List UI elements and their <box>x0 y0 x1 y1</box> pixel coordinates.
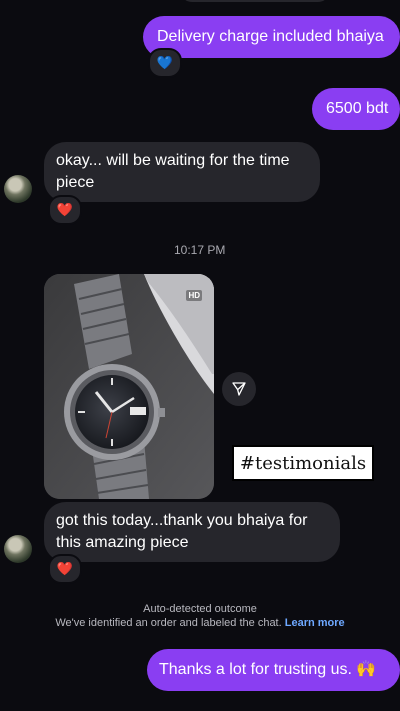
outgoing-message[interactable]: Thanks a lot for trusting us. 🙌 <box>147 649 400 691</box>
heart-reaction-icon[interactable]: 💙 <box>148 48 182 78</box>
send-icon <box>232 382 246 396</box>
previous-message-edge <box>180 0 330 2</box>
photo-message[interactable]: HD <box>44 274 214 499</box>
incoming-message[interactable]: okay... will be waiting for the time pie… <box>44 142 320 202</box>
learn-more-link[interactable]: Learn more <box>285 617 345 629</box>
auto-detected-body: We've identified an order and labeled th… <box>0 617 400 629</box>
share-button[interactable] <box>222 372 256 406</box>
notice-body-text: We've identified an order and labeled th… <box>55 617 282 629</box>
avatar[interactable] <box>4 175 32 203</box>
hd-badge: HD <box>186 290 202 301</box>
testimonials-sticker: #testimonials <box>232 445 374 481</box>
outgoing-message[interactable]: 6500 bdt <box>312 88 400 130</box>
heart-reaction-icon[interactable]: ❤️ <box>48 195 82 225</box>
incoming-message[interactable]: got this today...thank you bhaiya for th… <box>44 502 340 562</box>
message-timestamp: 10:17 PM <box>174 243 226 257</box>
avatar[interactable] <box>4 535 32 563</box>
watch-photo-image <box>44 274 214 499</box>
heart-reaction-icon[interactable]: ❤️ <box>48 554 82 584</box>
outgoing-message[interactable]: Delivery charge included bhaiya <box>143 16 400 58</box>
auto-detected-title: Auto-detected outcome <box>143 603 257 615</box>
